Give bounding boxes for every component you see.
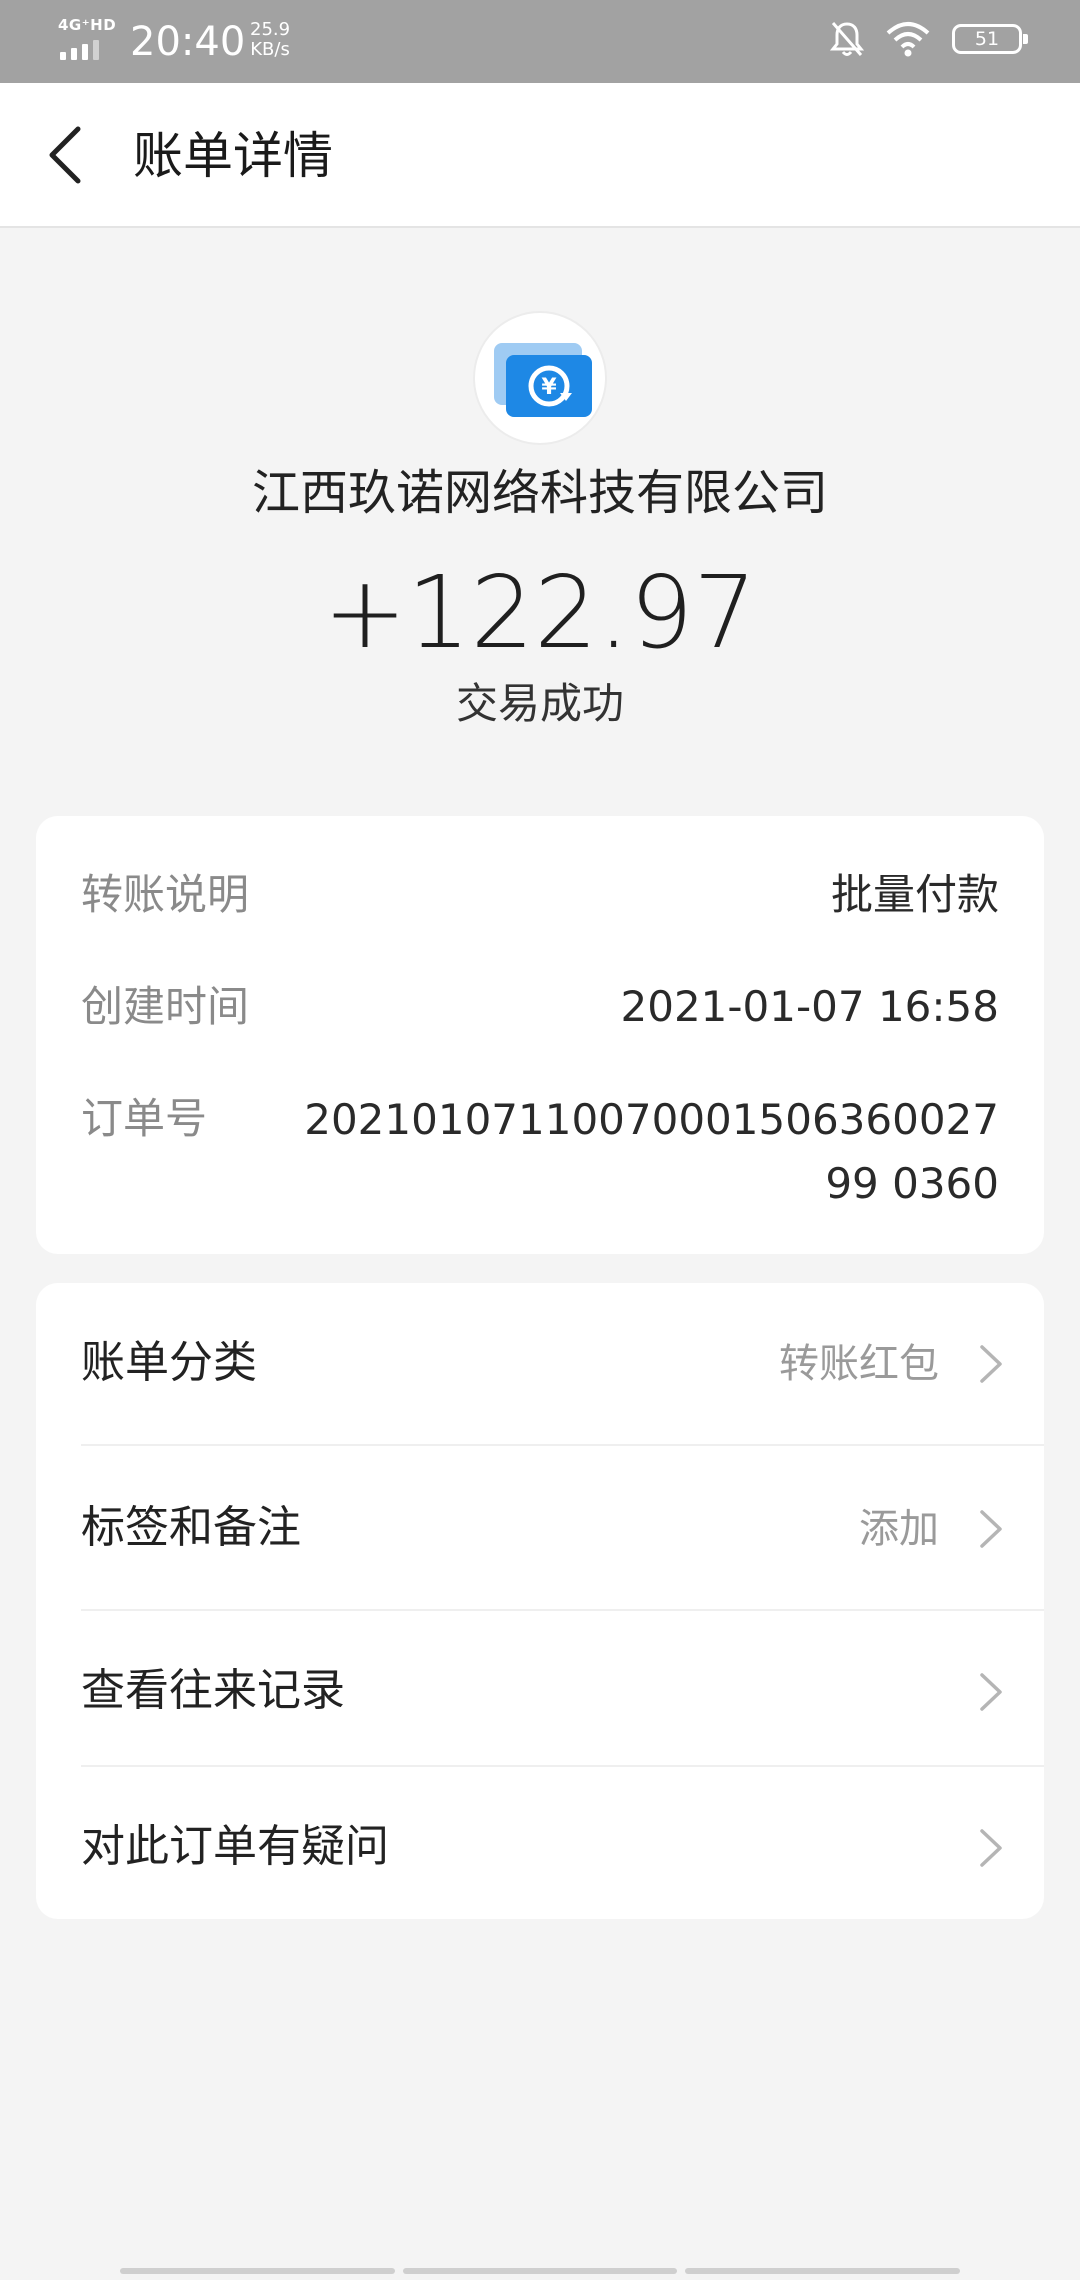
action-label: 对此订单有疑问 bbox=[81, 1821, 389, 1872]
transaction-info-card: 转账说明 批量付款 创建时间 2021-01-07 16:58 订单号 2021… bbox=[36, 816, 1044, 1254]
merchant-name: 江西玖诺网络科技有限公司 bbox=[251, 465, 828, 521]
transaction-status: 交易成功 bbox=[455, 679, 624, 728]
transaction-amount: +122.97 bbox=[323, 554, 757, 671]
merchant-avatar: ¥ bbox=[473, 311, 607, 445]
info-value: 2021-01-07 16:58 bbox=[620, 982, 999, 1031]
bill-actions-card: 账单分类 转账红包 标签和备注 添加 查看往来记录 对此订单有疑问 bbox=[36, 1283, 1044, 1919]
action-value: 转账红包 bbox=[779, 1341, 939, 1387]
action-label: 标签和备注 bbox=[81, 1502, 301, 1553]
signal-icon bbox=[60, 40, 99, 60]
battery-icon: 51 bbox=[952, 24, 1028, 54]
transfer-card-icon: ¥ bbox=[494, 343, 592, 417]
transaction-summary: ¥ 江西玖诺网络科技有限公司 +122.97 交易成功 bbox=[0, 228, 1080, 798]
info-label: 创建时间 bbox=[81, 982, 250, 1031]
wifi-icon bbox=[886, 22, 930, 57]
back-button[interactable] bbox=[40, 119, 100, 191]
status-icons: 51 bbox=[830, 20, 1028, 58]
bottom-indicator bbox=[120, 2268, 961, 2274]
divider bbox=[81, 1444, 1044, 1446]
order-question-item[interactable]: 对此订单有疑问 bbox=[36, 1767, 1044, 1919]
info-label: 订单号 bbox=[81, 1094, 208, 1143]
transaction-history-item[interactable]: 查看往来记录 bbox=[36, 1611, 1044, 1767]
svg-text:¥: ¥ bbox=[541, 375, 557, 400]
app-bar: 账单详情 bbox=[0, 83, 1080, 228]
action-label: 账单分类 bbox=[81, 1337, 257, 1388]
action-label: 查看往来记录 bbox=[81, 1665, 345, 1716]
speed-value: 25.9 bbox=[250, 19, 291, 40]
network-speed: 25.9 KB/s bbox=[250, 20, 290, 60]
chevron-right-icon bbox=[980, 1345, 1002, 1383]
chevron-right-icon bbox=[980, 1673, 1002, 1711]
chevron-right-icon bbox=[980, 1510, 1002, 1548]
network-type: 4G⁺HD bbox=[58, 16, 117, 34]
info-label: 转账说明 bbox=[81, 870, 250, 919]
page-title: 账单详情 bbox=[133, 127, 333, 185]
tags-notes-item[interactable]: 标签和备注 添加 bbox=[36, 1448, 1044, 1611]
info-value[interactable]: 2021010711007000150636002799 0360 bbox=[279, 1088, 999, 1216]
speed-unit: KB/s bbox=[250, 39, 290, 60]
bill-category-item[interactable]: 账单分类 转账红包 bbox=[36, 1283, 1044, 1446]
info-value: 批量付款 bbox=[830, 870, 999, 919]
chevron-left-icon bbox=[49, 126, 81, 184]
chevron-right-icon bbox=[980, 1829, 1002, 1867]
action-value: 添加 bbox=[859, 1506, 939, 1552]
status-bar: 4G⁺HD 20:40 25.9 KB/s 51 bbox=[0, 0, 1080, 83]
status-time: 20:40 bbox=[130, 19, 246, 65]
bell-muted-icon bbox=[830, 22, 864, 56]
